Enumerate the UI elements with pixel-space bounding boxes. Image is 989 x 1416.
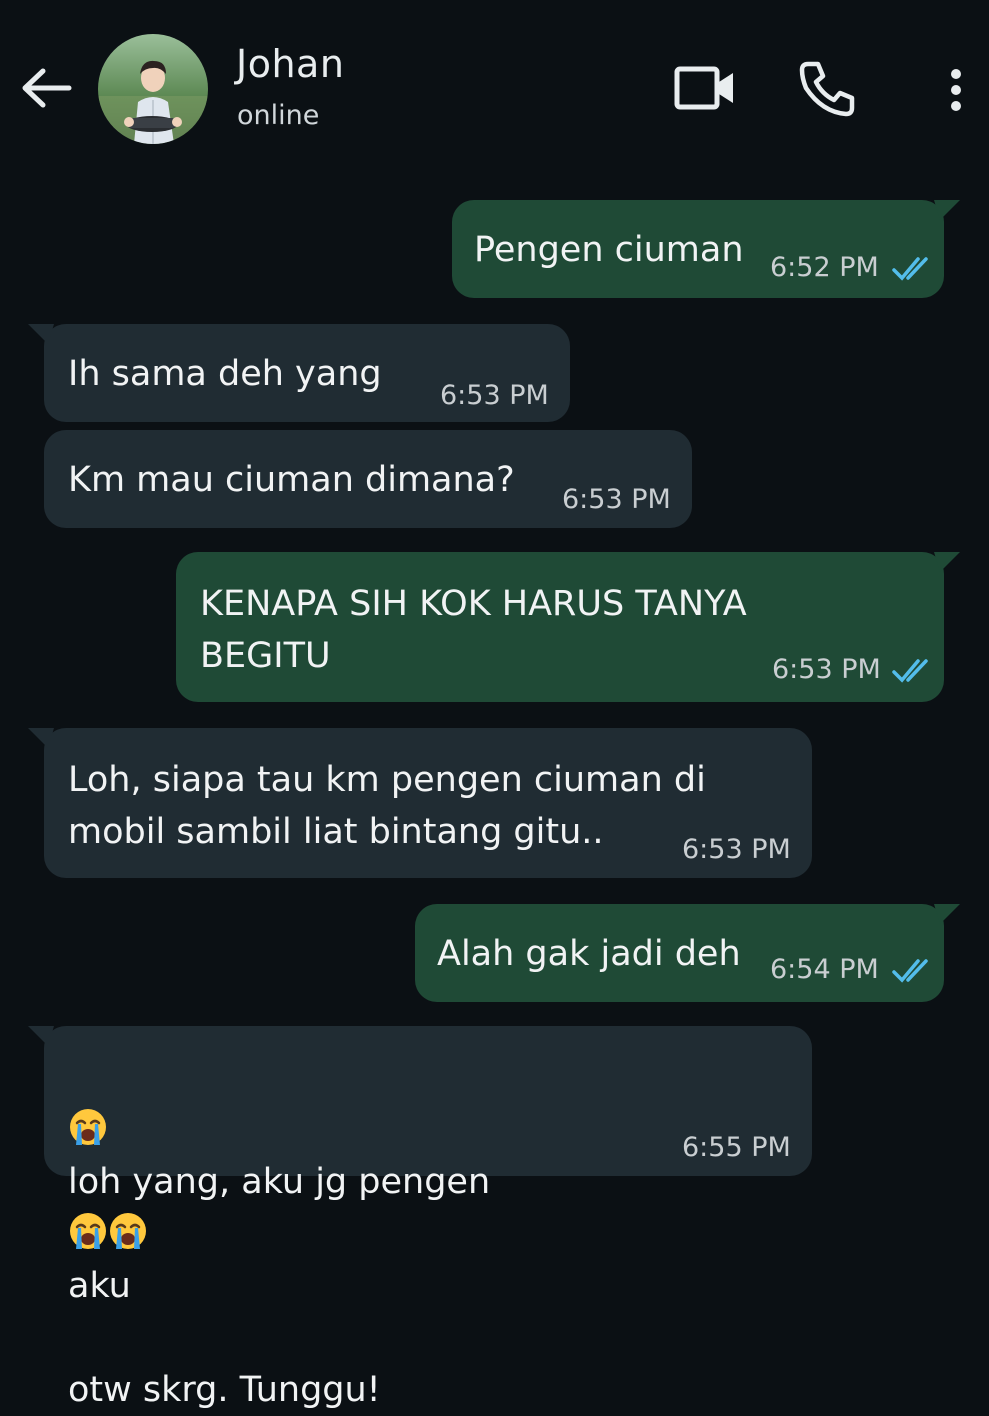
bubble-tail [934,904,960,924]
loudly-crying-face-icon [70,1109,106,1145]
message-time: 6:53 PM [772,654,881,685]
message-time: 6:55 PM [682,1132,791,1163]
message-bubble-outgoing[interactable]: Pengen ciuman 6:52 PM [452,200,960,298]
bubble-tail [28,728,54,748]
message-time: 6:54 PM [770,954,879,985]
message-text-part: aku [68,1266,131,1306]
bubble-tail [28,324,54,344]
message-text: Loh, siapa tau km pengen ciuman di mobil… [68,760,706,852]
bubble-tail [28,1026,54,1046]
contact-photo [98,34,208,144]
video-call-button[interactable] [670,58,742,118]
message-bubble-incoming[interactable]: Km mau ciuman dimana? 6:53 PM [44,430,692,528]
contact-name[interactable]: Johan [236,42,344,86]
phone-call-icon [799,61,855,117]
loudly-crying-face-icon [70,1213,106,1249]
read-receipt-icon [892,659,928,683]
contact-status: online [237,100,320,131]
message-bubble-outgoing[interactable]: Alah gak jadi deh 6:54 PM [415,904,960,1002]
message-text: Ih sama deh yang [68,354,382,394]
message-bubble-incoming[interactable]: loh yang, aku jg pengen aku otw skrg. Tu… [28,1026,812,1410]
bubble-tail [934,552,960,572]
message-text: loh yang, aku jg pengen aku otw skrg. Tu… [68,1052,490,1416]
message-bubble-incoming[interactable]: Ih sama deh yang 6:53 PM [28,324,570,422]
message-time: 6:52 PM [770,252,879,283]
message-text-part: loh yang, aku jg pengen [68,1162,491,1202]
message-text: Pengen ciuman [474,230,744,270]
message-text: KENAPA SIH KOK HARUS TANYA BEGITU [200,584,747,676]
message-bubble-outgoing[interactable]: KENAPA SIH KOK HARUS TANYA BEGITU 6:53 P… [176,552,960,702]
message-time: 6:53 PM [440,380,549,411]
back-button[interactable] [18,60,74,116]
loudly-crying-face-icon [110,1213,146,1249]
back-arrow-icon [22,68,72,108]
chat-header: Johan online [0,0,989,175]
read-receipt-icon [892,959,928,983]
bubble-tail [934,200,960,220]
message-text: Km mau ciuman dimana? [68,460,515,500]
message-text-part: otw skrg. Tunggu! [68,1370,381,1410]
avatar[interactable] [98,34,208,144]
video-call-icon [674,66,733,110]
more-options-button[interactable] [936,60,976,120]
message-time: 6:53 PM [682,834,791,865]
read-receipt-icon [892,257,928,281]
message-time: 6:53 PM [562,484,671,515]
message-bubble-incoming[interactable]: Loh, siapa tau km pengen ciuman di mobil… [28,728,812,878]
more-vertical-icon [951,69,961,111]
message-text: Alah gak jadi deh [437,934,741,974]
voice-call-button[interactable] [796,56,860,120]
